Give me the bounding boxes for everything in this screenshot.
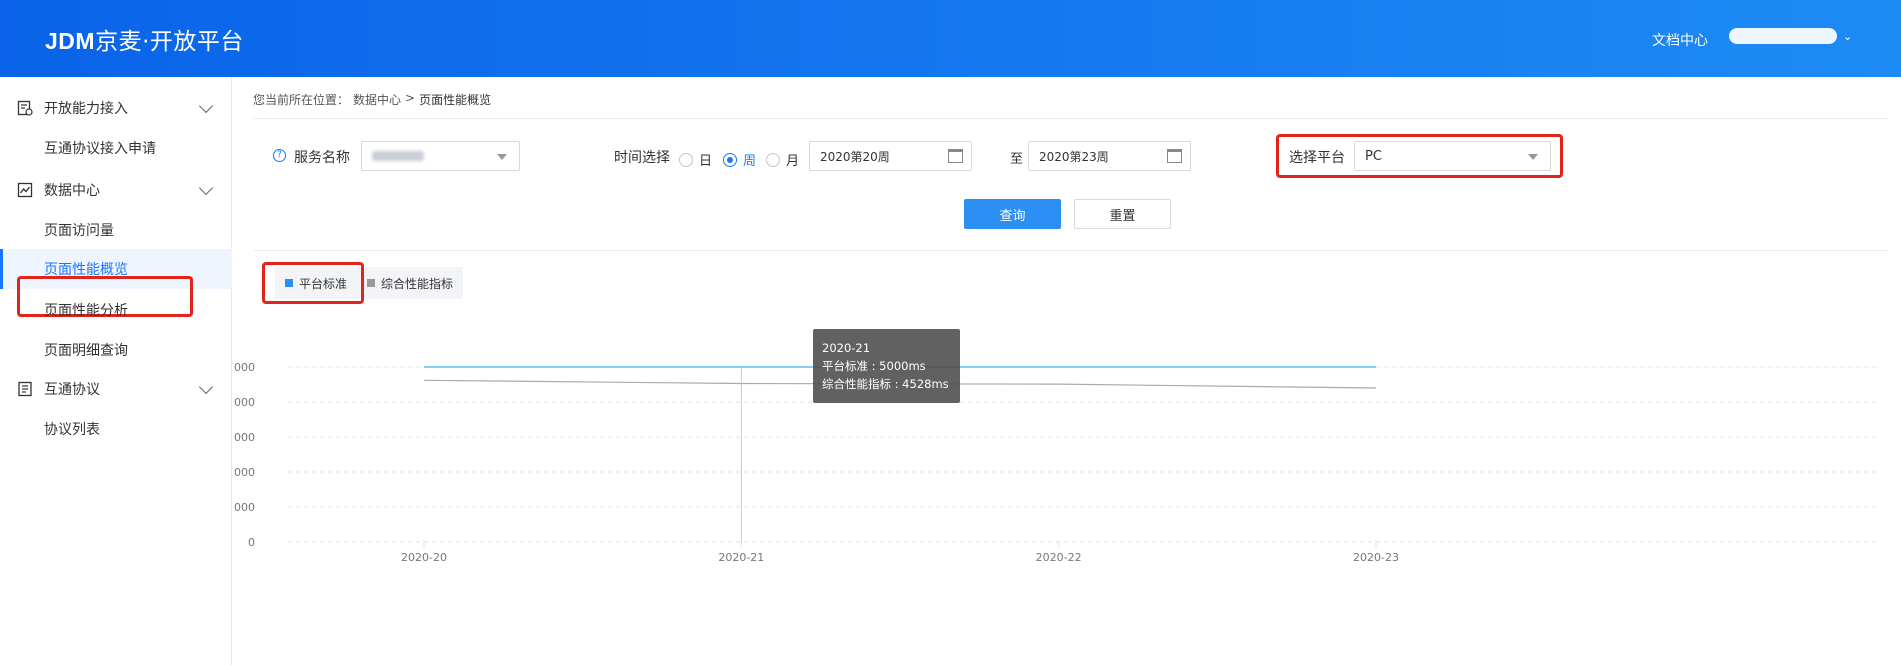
chevron-down-icon (198, 180, 214, 195)
username-redacted (1729, 28, 1837, 44)
x-tick-label: 2020-21 (718, 551, 764, 564)
sidebar-item-label: 页面性能分析 (44, 303, 128, 319)
radio-label: 周 (743, 154, 757, 169)
reset-button[interactable]: 重置 (1074, 199, 1171, 229)
sidebar-item-performance-analysis[interactable]: 页面性能分析 (0, 290, 232, 330)
caret-down-icon (497, 154, 507, 160)
chart-tooltip: 2020-21 平台标准 : 5000ms 综合性能指标 : 4528ms (813, 329, 960, 403)
logo-brand: JDM (45, 28, 96, 54)
y-tick-label: 4,000 (233, 396, 255, 409)
api-access-icon (17, 100, 33, 116)
y-tick-label: 2,000 (233, 466, 255, 479)
sidebar-group-label: 互通协议 (44, 382, 100, 398)
logo-title: 开放平台 (149, 29, 244, 55)
logo-suffix: 京麦 (95, 29, 143, 55)
y-tick-label: 3,000 (233, 431, 255, 444)
chart-grid (288, 366, 1878, 543)
sidebar-item-protocol-apply[interactable]: 互通协议接入申请 (0, 128, 232, 168)
service-value-redacted (372, 151, 424, 161)
platform-label: 选择平台 (1289, 150, 1345, 166)
sidebar-item-label: 互通协议接入申请 (44, 141, 156, 157)
date-range-to: 至 (1010, 152, 1024, 167)
user-menu[interactable]: ⌄ (1729, 28, 1852, 44)
sidebar-item-label: 页面明细查询 (44, 343, 128, 359)
tab-label: 综合性能指标 (381, 276, 454, 291)
sidebar-item-page-visits[interactable]: 页面访问量 (0, 210, 232, 250)
radio-label: 月 (786, 154, 800, 169)
document-list-icon (18, 381, 32, 397)
chevron-down-icon: ⌄ (1843, 29, 1853, 43)
doc-center-link[interactable]: 文档中心 (1652, 30, 1708, 50)
service-select[interactable] (361, 141, 520, 171)
service-label: 服务名称 (294, 150, 350, 166)
chart-y-axis: 0 1,000 2,000 3,000 4,000 5,000 (233, 361, 255, 549)
chevron-down-icon (198, 98, 214, 113)
performance-line-chart: 01,0002,0003,0004,0005,000 2020-202020-2… (233, 361, 1878, 564)
calendar-icon (1167, 149, 1182, 163)
radio-week[interactable]: 周 (723, 150, 756, 169)
breadcrumb-separator: > (405, 91, 416, 105)
y-tick-label: 5,000 (233, 361, 255, 374)
legend-square-icon (367, 279, 376, 287)
caret-down-icon (1528, 154, 1538, 160)
chart-x-axis: 2020-20 2020-21 2020-22 2020-23 (401, 542, 1399, 564)
sidebar: 开放能力接入 互通协议接入申请 数据中心 页面访问量 页面性能概览 页面性能分析… (0, 77, 232, 665)
top-header: JDM京麦·开放平台 文档中心 ⌄ (0, 0, 1901, 77)
sidebar-item-protocol-list[interactable]: 协议列表 (0, 409, 232, 449)
x-tick-label: 2020-20 (401, 551, 447, 564)
y-tick-label: 0 (248, 536, 255, 549)
x-tick-label: 2020-23 (1353, 551, 1399, 564)
x-tick-label: 2020-22 (1036, 551, 1082, 564)
tooltip-title: 2020-21 (822, 341, 871, 355)
radio-day[interactable]: 日 (679, 150, 712, 169)
sidebar-item-label: 协议列表 (44, 422, 100, 438)
sidebar-group-data-center[interactable]: 数据中心 (0, 170, 232, 210)
radio-circle-icon (766, 152, 780, 167)
breadcrumb-current: 页面性能概览 (419, 93, 492, 107)
breadcrumb-parent[interactable]: 数据中心 (353, 91, 401, 108)
sidebar-item-label: 页面访问量 (44, 223, 114, 239)
radio-checked-icon (723, 152, 737, 167)
radio-circle-icon (679, 152, 693, 167)
radio-label: 日 (699, 154, 713, 169)
divider (253, 118, 1889, 119)
breadcrumb: 您当前所在位置： 数据中心 > 页面性能概览 (253, 91, 491, 108)
sidebar-item-page-detail[interactable]: 页面明细查询 (0, 330, 232, 370)
logo[interactable]: JDM京麦·开放平台 (45, 22, 244, 56)
date-start-input[interactable]: 2020第20周 (809, 141, 972, 171)
tab-composite-performance[interactable]: 综合性能指标 (357, 267, 464, 299)
radio-month[interactable]: 月 (766, 150, 799, 169)
divider (253, 250, 1889, 251)
logo-separator: · (142, 29, 150, 55)
calendar-icon (948, 149, 963, 163)
query-button[interactable]: 查询 (964, 199, 1061, 229)
platform-value: PC (1365, 148, 1382, 164)
tooltip-line-composite: 综合性能指标 : 4528ms (822, 377, 949, 391)
help-icon[interactable]: ? (273, 149, 286, 162)
tooltip-line-platform: 平台标准 : 5000ms (822, 359, 926, 373)
chart-line-icon (17, 182, 33, 198)
main-content: 您当前所在位置： 数据中心 > 页面性能概览 ? 服务名称 时间选择 日 周 月… (233, 77, 1901, 665)
date-end-value: 2020第23周 (1039, 149, 1109, 164)
date-end-input[interactable]: 2020第23周 (1028, 141, 1191, 171)
time-label: 时间选择 (614, 150, 670, 166)
sidebar-group-label: 开放能力接入 (44, 101, 128, 117)
breadcrumb-prefix: 您当前所在位置： (253, 93, 350, 107)
y-tick-label: 1,000 (233, 501, 255, 514)
sidebar-group-label: 数据中心 (44, 183, 100, 199)
chevron-down-icon (198, 379, 214, 394)
sidebar-group-protocol[interactable]: 互通协议 (0, 369, 232, 409)
highlight-box (262, 262, 364, 304)
platform-select[interactable]: PC (1354, 141, 1551, 171)
sidebar-group-open-capability[interactable]: 开放能力接入 (0, 88, 232, 128)
date-start-value: 2020第20周 (820, 149, 890, 164)
